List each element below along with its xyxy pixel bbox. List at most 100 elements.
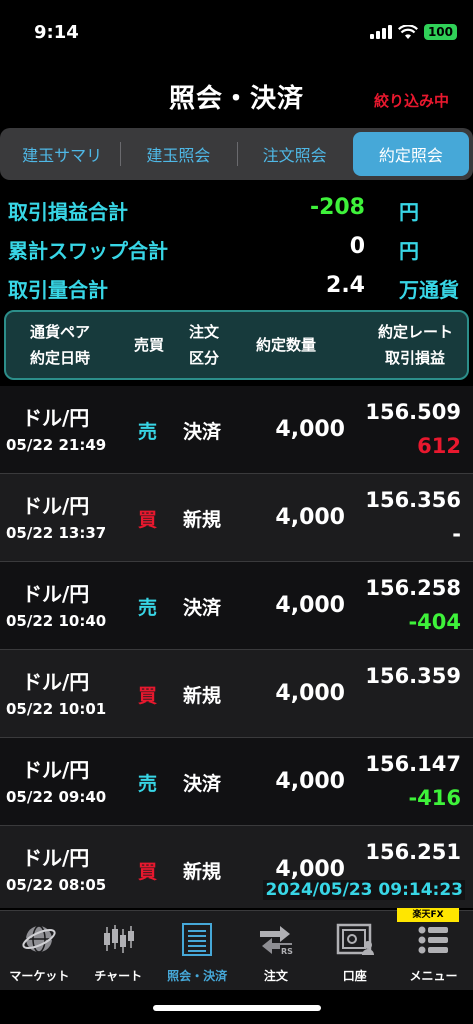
bottom-tab-bar: マーケット チャート 照会・決済 RS 注文 口座 メニュー: [0, 910, 473, 990]
profit-total-unit: 円: [399, 200, 419, 224]
globe-icon: [19, 919, 59, 959]
row-side: 買: [138, 509, 158, 531]
nav-chart-label: チャート: [94, 969, 143, 983]
row-rate: 156.258: [365, 576, 461, 600]
segment-tabs: 建玉サマリ 建玉照会 注文照会 約定照会: [0, 128, 473, 180]
swap-total-unit: 円: [399, 239, 419, 263]
row-side: 売: [138, 597, 158, 619]
row-pair: ドル/円: [22, 406, 90, 430]
account-safe-icon: [335, 919, 375, 959]
row-datetime: 05/22 10:40: [6, 612, 107, 630]
row-datetime: 05/22 13:37: [6, 524, 107, 542]
row-pair: ドル/円: [22, 670, 90, 694]
document-icon: [177, 919, 217, 959]
row-kind: 新規: [183, 685, 222, 707]
row-datetime: 05/22 10:01: [6, 700, 107, 718]
row-kind: 新規: [183, 509, 222, 531]
row-datetime: 05/22 09:40: [6, 788, 107, 806]
profit-total-value: -208: [309, 195, 365, 220]
row-rate: 156.509: [365, 400, 461, 424]
brand-logo: 楽天FX: [397, 908, 459, 922]
row-quantity: 4,000: [275, 857, 345, 882]
row-side: 売: [138, 773, 158, 795]
swap-total-label: 累計スワップ合計: [8, 239, 168, 263]
row-kind: 決済: [183, 597, 222, 619]
row-side: 売: [138, 421, 158, 443]
table-column-header: 通貨ペア 約定日時 売買 注文 区分 約定数量 約定レート 取引損益: [4, 310, 469, 380]
table-row[interactable]: ドル/円 05/22 10:01 買 新規 4,000 156.359: [0, 650, 473, 738]
profit-total-label: 取引損益合計: [8, 200, 128, 224]
tab-position-inquiry[interactable]: 建玉照会: [120, 132, 236, 176]
battery-icon: 100: [423, 24, 457, 40]
row-pl: 612: [417, 434, 461, 458]
nav-market[interactable]: マーケット: [0, 911, 79, 990]
nav-menu-label: メニュー: [409, 969, 458, 983]
row-pair: ドル/円: [22, 582, 90, 606]
row-rate: 156.251: [365, 840, 461, 864]
order-icon: RS: [256, 919, 296, 959]
tab-execution-inquiry[interactable]: 約定照会: [352, 132, 469, 176]
row-datetime: 05/22 08:05: [6, 876, 107, 894]
cellular-signal-icon: [369, 25, 392, 39]
svg-text:RS: RS: [281, 947, 293, 956]
nav-market-label: マーケット: [9, 969, 70, 983]
row-kind: 新規: [183, 861, 222, 883]
table-row[interactable]: ドル/円 05/22 09:40 売 決済 4,000 156.147 -416: [0, 738, 473, 826]
status-time: 9:14: [34, 22, 79, 43]
row-pl: -404: [408, 610, 461, 634]
row-quantity: 4,000: [275, 769, 345, 794]
execution-list: ドル/円 05/22 21:49 売 決済 4,000 156.509 612 …: [0, 386, 473, 908]
table-row[interactable]: ドル/円 05/22 21:49 売 決済 4,000 156.509 612: [0, 386, 473, 474]
nav-order[interactable]: RS 注文: [236, 911, 315, 990]
status-icons: 100: [369, 24, 457, 40]
table-row[interactable]: ドル/円 05/22 10:40 売 決済 4,000 156.258 -404: [0, 562, 473, 650]
nav-chart[interactable]: チャート: [79, 911, 158, 990]
row-kind: 決済: [183, 421, 222, 443]
col-side: 売買: [134, 336, 165, 354]
home-indicator[interactable]: [153, 1005, 321, 1011]
nav-inquiry-label: 照会・決済: [167, 969, 228, 983]
candlestick-icon: [98, 919, 138, 959]
volume-total-value: 2.4: [326, 273, 365, 298]
volume-total-unit: 万通貨: [399, 278, 459, 302]
row-pl: -: [452, 522, 461, 546]
nav-account-label: 口座: [342, 969, 367, 983]
nav-menu[interactable]: メニュー: [394, 911, 473, 990]
col-pair: 通貨ペア: [30, 323, 91, 341]
row-quantity: 4,000: [275, 417, 345, 442]
col-kind-1: 注文: [189, 323, 220, 341]
row-side: 買: [138, 861, 158, 883]
col-pl: 取引損益: [384, 349, 445, 367]
last-updated-timestamp: 2024/05/23 09:14:23: [263, 880, 465, 900]
nav-order-label: 注文: [263, 969, 288, 983]
table-row[interactable]: ドル/円 05/22 13:37 買 新規 4,000 156.356 -: [0, 474, 473, 562]
col-quantity: 約定数量: [256, 336, 317, 354]
row-quantity: 4,000: [275, 681, 345, 706]
nav-inquiry[interactable]: 照会・決済: [158, 911, 237, 990]
menu-icon: [414, 919, 454, 959]
header: 照会・決済 絞り込み中: [0, 66, 473, 124]
row-pair: ドル/円: [22, 758, 90, 782]
tab-order-inquiry[interactable]: 注文照会: [236, 132, 353, 176]
summary-volume-row: 取引量合計 2.4 万通貨: [0, 268, 473, 307]
row-pair: ドル/円: [22, 494, 90, 518]
summary-profit-row: 取引損益合計 -208 円: [0, 190, 473, 229]
row-kind: 決済: [183, 773, 222, 795]
nav-account[interactable]: 口座: [315, 911, 394, 990]
status-bar: 9:14 100: [0, 0, 473, 62]
col-rate: 約定レート: [377, 323, 453, 341]
tab-position-summary[interactable]: 建玉サマリ: [4, 132, 120, 176]
row-quantity: 4,000: [275, 593, 345, 618]
wifi-icon: [397, 24, 418, 39]
row-rate: 156.359: [365, 664, 461, 688]
row-quantity: 4,000: [275, 505, 345, 530]
row-rate: 156.356: [365, 488, 461, 512]
summary-panel: 取引損益合計 -208 円 累計スワップ合計 0 円 取引量合計 2.4 万通貨: [0, 190, 473, 307]
col-kind-2: 区分: [189, 349, 220, 367]
summary-swap-row: 累計スワップ合計 0 円: [0, 229, 473, 268]
swap-total-value: 0: [349, 234, 365, 259]
filter-status-button[interactable]: 絞り込み中: [374, 90, 449, 111]
row-pair: ドル/円: [22, 846, 90, 870]
col-datetime: 約定日時: [30, 349, 91, 367]
row-datetime: 05/22 21:49: [6, 436, 107, 454]
